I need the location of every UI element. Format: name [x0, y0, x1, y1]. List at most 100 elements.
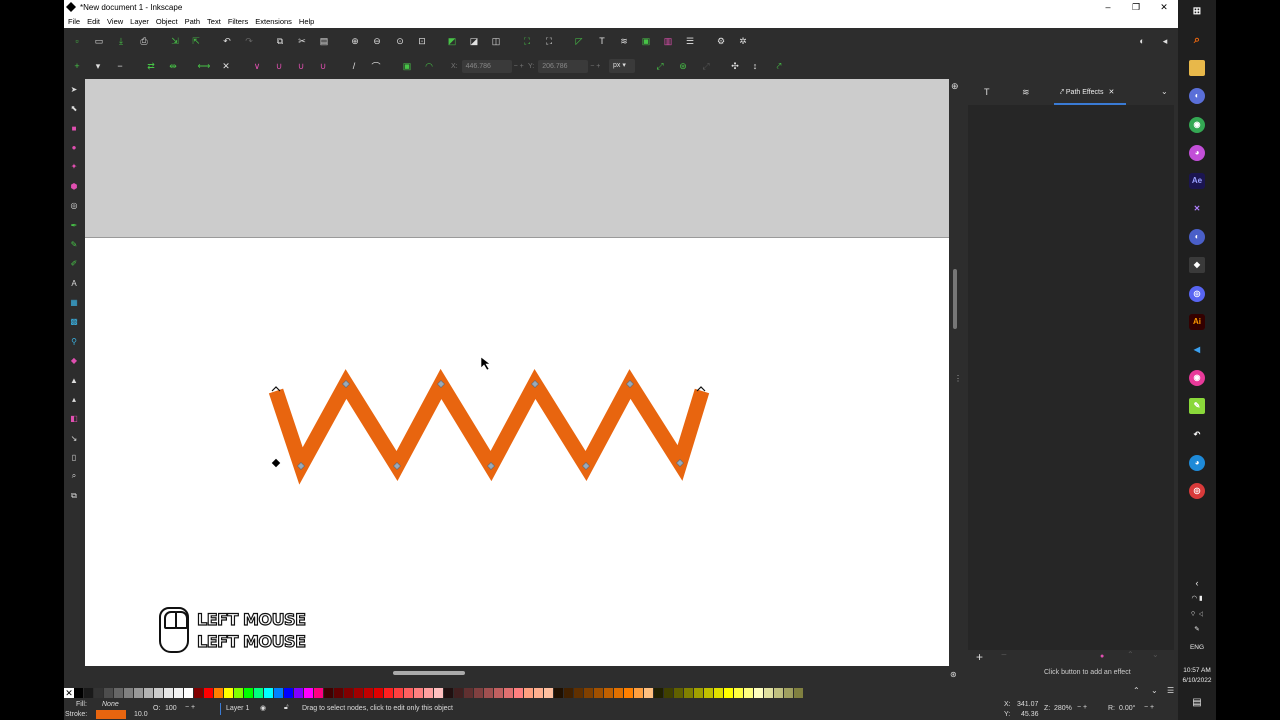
undo-icon[interactable]: ↶	[220, 34, 234, 48]
color-swatch[interactable]	[234, 688, 243, 698]
spiral-tool-icon[interactable]: ◎	[67, 198, 81, 212]
text-font-icon[interactable]: T	[595, 34, 609, 48]
tray-expand-icon[interactable]: ‹	[1178, 578, 1216, 588]
restore-button[interactable]: ❐	[1122, 0, 1150, 14]
show-transform-handles-icon[interactable]: ⤢	[653, 59, 667, 73]
color-swatch[interactable]	[494, 688, 503, 698]
y-coordinate-value[interactable]: 206.786	[538, 59, 589, 73]
app-icon-3[interactable]: ✕	[1189, 201, 1205, 217]
color-swatch[interactable]	[584, 688, 593, 698]
color-swatch[interactable]	[104, 688, 113, 698]
app-icon-7[interactable]: ↶	[1189, 427, 1205, 443]
color-swatch[interactable]	[604, 688, 613, 698]
color-swatch[interactable]	[344, 688, 353, 698]
dock-menu-chevron-icon[interactable]: ⌄	[1161, 87, 1168, 96]
horizontal-scroll-thumb[interactable]	[393, 671, 465, 675]
rotation-stepper[interactable]: − +	[1144, 704, 1154, 711]
color-swatch[interactable]	[734, 688, 743, 698]
current-layer[interactable]: Layer 1	[226, 705, 249, 712]
color-swatch[interactable]	[424, 688, 433, 698]
menu-extensions[interactable]: Extensions	[255, 17, 292, 26]
spray-tool-icon[interactable]: ▴	[67, 392, 81, 406]
y-coordinate-field[interactable]: Y: 206.786 − +	[528, 59, 600, 73]
menu-file[interactable]: File	[68, 17, 80, 26]
color-swatch[interactable]	[674, 688, 683, 698]
color-swatch[interactable]	[614, 688, 623, 698]
node-smooth-icon[interactable]: ∪	[272, 59, 286, 73]
node-tool-icon[interactable]: ⬉	[67, 101, 81, 115]
path-effect-parameter-icon[interactable]: ⤤	[772, 59, 786, 73]
file-explorer-icon[interactable]	[1189, 60, 1205, 76]
color-swatch[interactable]	[394, 688, 403, 698]
add-effect-button[interactable]: +	[976, 650, 983, 664]
color-swatch[interactable]	[144, 688, 153, 698]
color-swatch[interactable]	[444, 688, 453, 698]
color-swatch[interactable]	[314, 688, 323, 698]
gradient-tool-icon[interactable]: ▦	[67, 295, 81, 309]
menu-text[interactable]: Text	[207, 17, 221, 26]
color-swatch[interactable]	[524, 688, 533, 698]
snap-menu-icon[interactable]: ◂	[1158, 34, 1172, 48]
tray-wifi-volume-icon[interactable]: ⌔ ◁	[1178, 609, 1216, 618]
color-swatch[interactable]	[514, 688, 523, 698]
star-tool-icon[interactable]: ✦	[67, 159, 81, 173]
break-path-icon[interactable]: ⇹	[166, 59, 180, 73]
3d-box-tool-icon[interactable]: ⬢	[67, 179, 81, 193]
color-swatch[interactable]	[84, 688, 93, 698]
language-indicator[interactable]: ENG	[1178, 644, 1216, 651]
illustrator-icon[interactable]: Ai	[1189, 314, 1205, 330]
preferences-icon[interactable]: ✲	[736, 34, 750, 48]
dropper-tool-icon[interactable]: ⚲	[67, 334, 81, 348]
edit-clip-icon[interactable]: ✣	[728, 59, 742, 73]
move-effect-down-icon[interactable]: ⌄	[1152, 650, 1159, 659]
zoom-stepper[interactable]: − +	[1077, 704, 1087, 711]
app-icon-8[interactable]: ◎	[1189, 483, 1205, 499]
unit-selector[interactable]: px ▾	[609, 59, 635, 73]
windows-start-icon[interactable]: ⊞	[1189, 4, 1205, 20]
color-swatch[interactable]	[644, 688, 653, 698]
color-swatch[interactable]	[184, 688, 193, 698]
color-swatch[interactable]	[684, 688, 693, 698]
join-nodes-icon[interactable]: ⇄	[144, 59, 158, 73]
color-swatch[interactable]	[454, 688, 463, 698]
tray-network-mic-icon[interactable]: ◠ ▮	[1178, 594, 1216, 602]
remove-effect-button[interactable]: −	[1001, 650, 1007, 661]
menu-view[interactable]: View	[107, 17, 123, 26]
color-palette[interactable]: ✕	[64, 688, 1178, 699]
color-swatch[interactable]	[654, 688, 663, 698]
node-handle-right-icon[interactable]	[696, 386, 706, 392]
color-swatch[interactable]	[764, 688, 773, 698]
menu-object[interactable]: Object	[156, 17, 178, 26]
menu-help[interactable]: Help	[299, 17, 314, 26]
close-button[interactable]: ✕	[1150, 0, 1178, 14]
zoom-selection-icon[interactable]: ⊕	[348, 34, 362, 48]
zoom-page-width-icon[interactable]: ⊡	[415, 34, 429, 48]
mesh-tool-icon[interactable]: ▩	[67, 314, 81, 328]
zoom-drawing-icon[interactable]: ⊖	[370, 34, 384, 48]
color-swatch[interactable]	[174, 688, 183, 698]
minimize-button[interactable]: –	[1094, 0, 1122, 14]
color-swatch[interactable]	[474, 688, 483, 698]
color-swatch[interactable]	[204, 688, 213, 698]
rotation-value[interactable]: 0.00°	[1119, 705, 1135, 712]
segment-line-icon[interactable]: /	[347, 59, 361, 73]
no-color-swatch[interactable]: ✕	[64, 688, 74, 698]
color-swatch[interactable]	[664, 688, 673, 698]
menu-layer[interactable]: Layer	[130, 17, 149, 26]
color-swatch[interactable]	[384, 688, 393, 698]
color-swatch[interactable]	[134, 688, 143, 698]
fill-value[interactable]: None	[102, 701, 119, 708]
export-icon[interactable]: ⇱	[189, 34, 203, 48]
ungroup-icon[interactable]: ⛶	[542, 34, 556, 48]
ellipse-tool-icon[interactable]: ●	[67, 140, 81, 154]
color-swatch[interactable]	[544, 688, 553, 698]
color-swatch[interactable]	[714, 688, 723, 698]
color-swatch[interactable]	[774, 688, 783, 698]
layers-icon[interactable]: ≋	[617, 34, 631, 48]
stroke-color-swatch[interactable]	[96, 710, 126, 719]
edge-icon[interactable]: ◕	[1189, 455, 1205, 471]
vscode-icon[interactable]: ◀	[1189, 342, 1205, 358]
color-swatch[interactable]	[364, 688, 373, 698]
edit-mask-icon[interactable]: ↕	[748, 59, 762, 73]
eraser-tool-icon[interactable]: ◧	[67, 411, 81, 425]
